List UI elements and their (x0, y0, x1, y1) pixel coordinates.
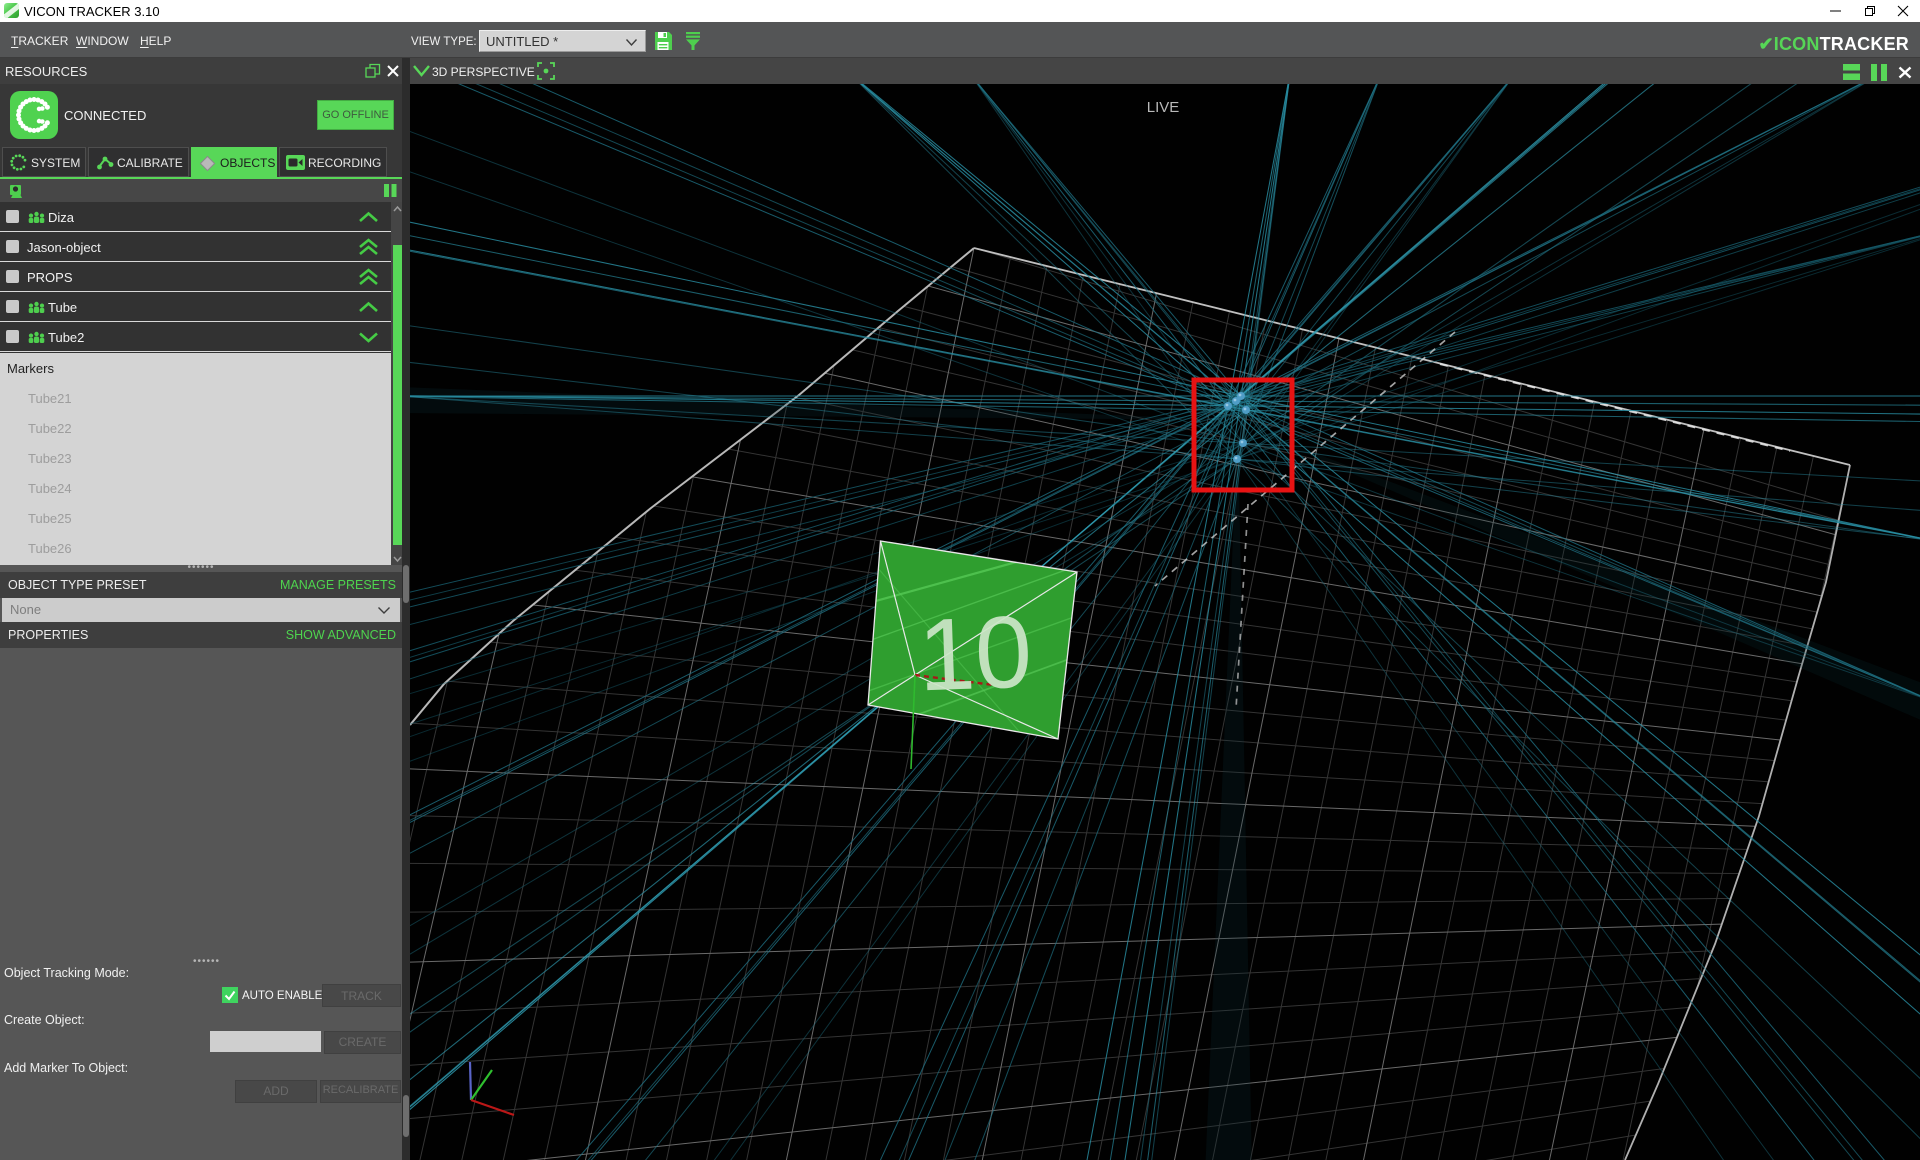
svg-text:LIVE: LIVE (1147, 99, 1180, 116)
svg-text:10: 10 (916, 594, 1033, 712)
